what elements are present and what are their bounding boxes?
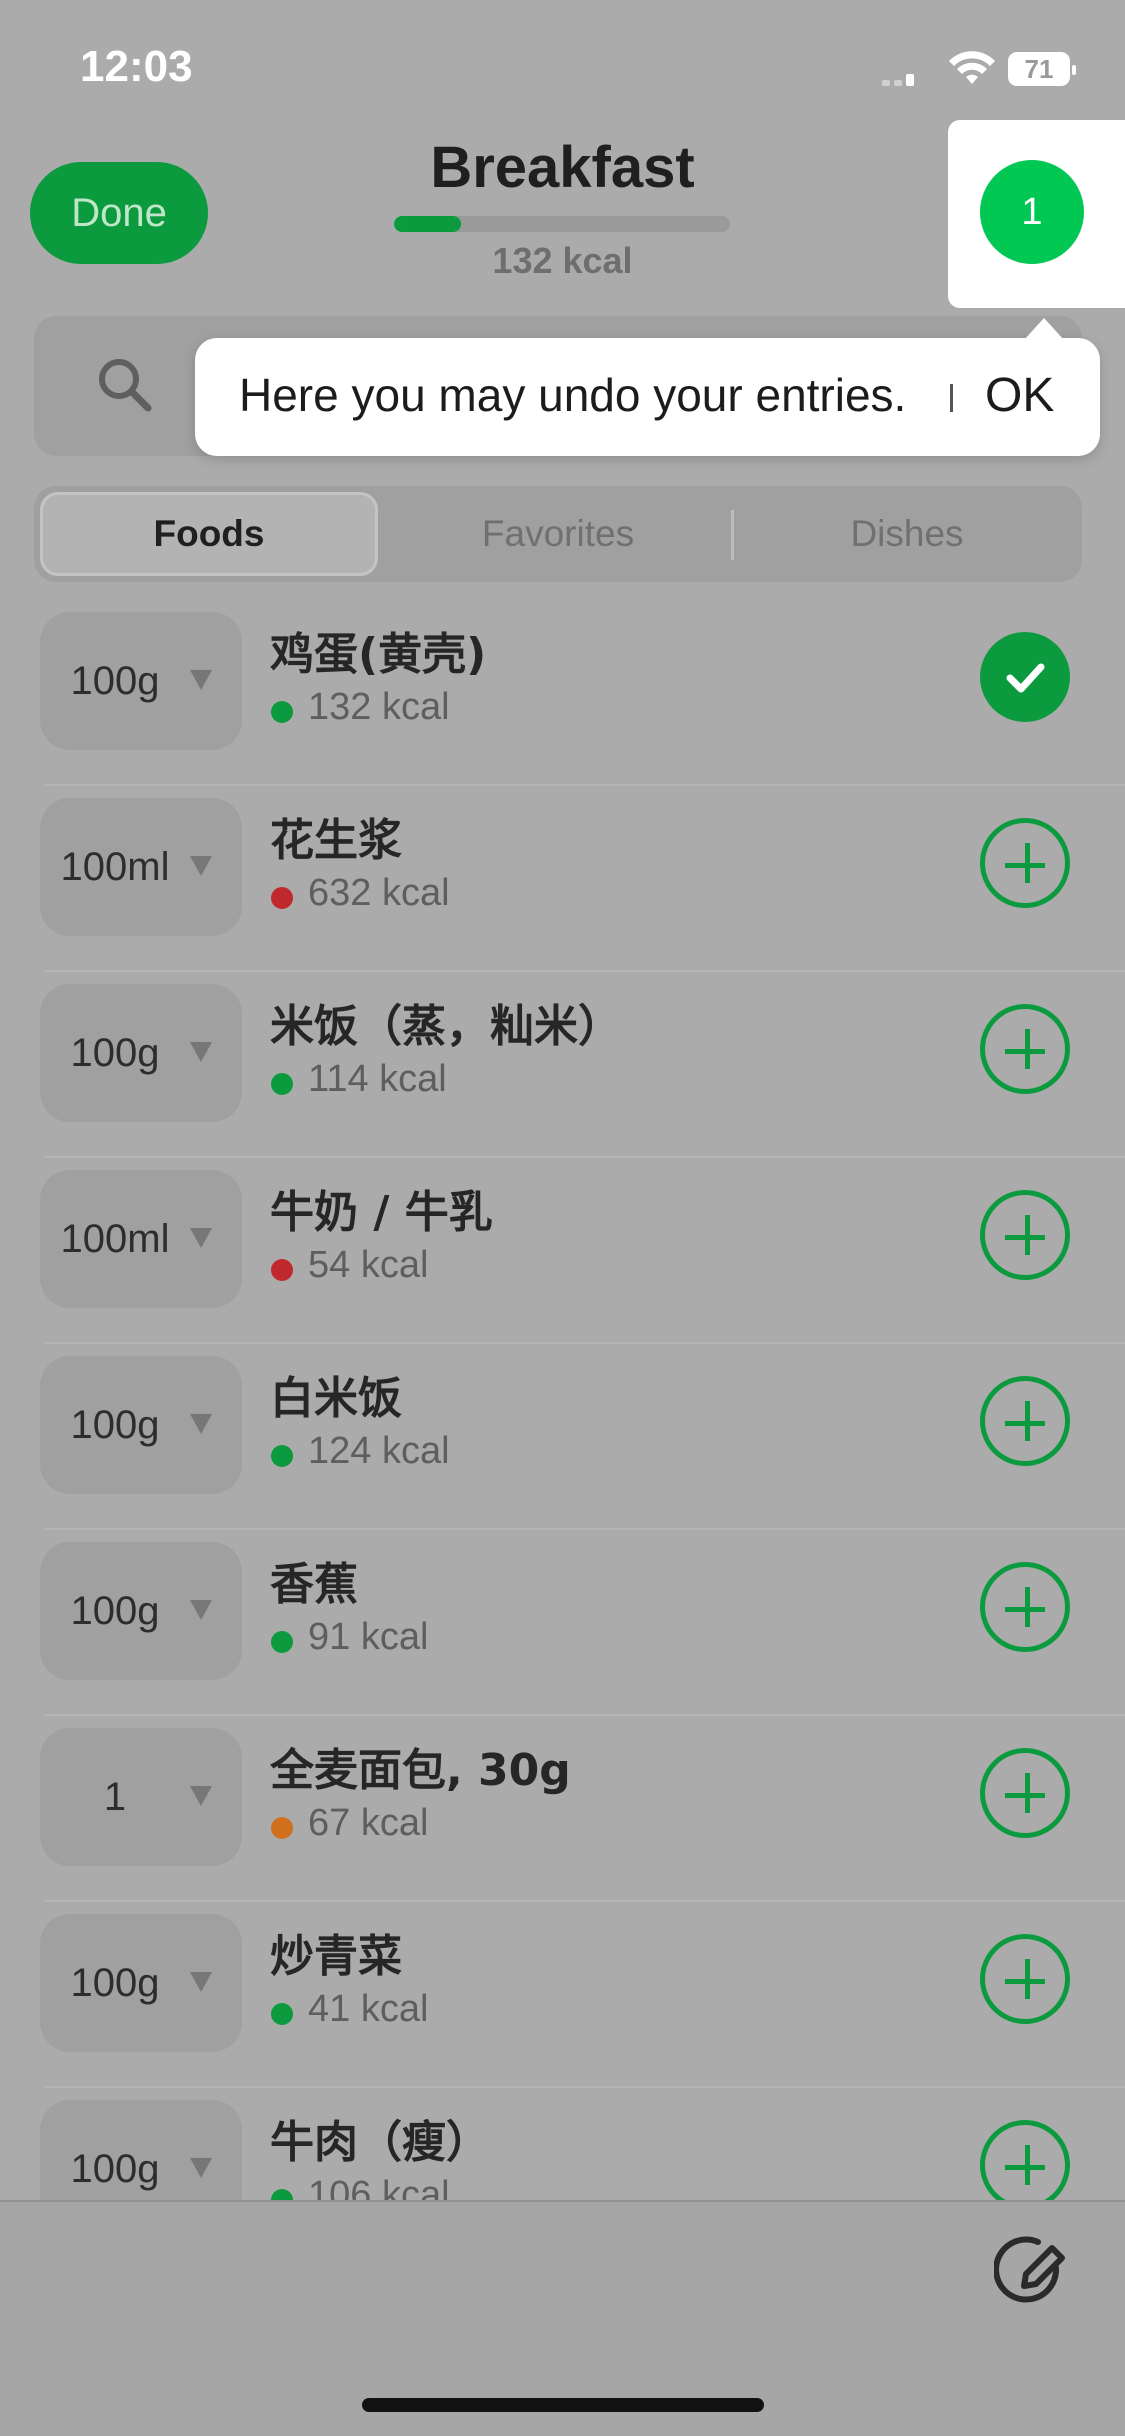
food-row[interactable]: 100g 鸡蛋(黄壳) 132 kcal: [0, 600, 1125, 786]
nutrition-dot: [271, 1259, 293, 1281]
food-name: 牛肉（瘦）: [270, 2117, 490, 2168]
food-kcal: 106 kcal: [308, 2174, 450, 2200]
portion-selector[interactable]: 100g: [40, 1542, 242, 1680]
edit-icon[interactable]: [994, 2232, 1074, 2312]
caret-down-icon: [190, 1786, 212, 1806]
nutrition-dot: [271, 2189, 293, 2200]
portion-selector[interactable]: 1: [40, 1728, 242, 1866]
plus-circle-icon[interactable]: [980, 1934, 1070, 2024]
caret-down-icon: [190, 1228, 212, 1248]
check-circle-icon[interactable]: [980, 632, 1070, 722]
portion-value: 1: [103, 1774, 127, 1819]
tooltip-text: Here you may undo your entries.: [239, 369, 907, 421]
food-kcal: 91 kcal: [308, 1616, 429, 1658]
portion-value: 100g: [70, 1402, 160, 1447]
plus-circle-icon[interactable]: [980, 1004, 1070, 1094]
search-icon: [99, 359, 152, 412]
caret-down-icon: [190, 1414, 212, 1434]
food-name: 鸡蛋(黄壳): [270, 629, 487, 680]
nutrition-dot: [271, 1445, 293, 1467]
caret-down-icon: [190, 1042, 212, 1062]
tab-foods[interactable]: Foods: [40, 492, 378, 576]
plus-circle-icon[interactable]: [980, 1562, 1070, 1652]
onboarding-tooltip: Here you may undo your entries. OK: [195, 318, 1100, 456]
tab-favorites[interactable]: Favorites: [389, 492, 727, 576]
food-row[interactable]: 100g 白米饭 124 kcal: [0, 1344, 1125, 1530]
portion-selector[interactable]: 100g: [40, 2100, 242, 2200]
food-name: 米饭（蒸，籼米）: [270, 1001, 622, 1052]
food-name: 花生浆: [270, 815, 402, 866]
caret-down-icon: [190, 1600, 212, 1620]
food-kcal: 67 kcal: [308, 1802, 429, 1844]
food-kcal: 41 kcal: [308, 1988, 429, 2030]
wifi-icon: [949, 51, 995, 84]
screen: 12:03 71 Done Breakfast 132 kcal 1 Here …: [0, 0, 1125, 2436]
portion-selector[interactable]: 100g: [40, 1914, 242, 2052]
meal-progress-bar: [394, 216, 730, 232]
portion-selector[interactable]: 100ml: [40, 798, 242, 936]
plus-circle-icon[interactable]: [980, 2120, 1070, 2200]
nutrition-dot: [271, 1631, 293, 1653]
food-row[interactable]: 100ml 花生浆 632 kcal: [0, 786, 1125, 972]
caret-down-icon: [190, 856, 212, 876]
plus-circle-icon[interactable]: [980, 1376, 1070, 1466]
caret-down-icon: [190, 670, 212, 690]
plus-circle-icon[interactable]: [980, 1190, 1070, 1280]
food-kcal: 54 kcal: [308, 1244, 429, 1286]
portion-value: 100ml: [60, 1216, 170, 1261]
portion-value: 100g: [70, 1960, 160, 2005]
portion-value: 100ml: [60, 844, 170, 889]
nutrition-dot: [271, 887, 293, 909]
food-row[interactable]: 100g 牛肉（瘦） 106 kcal: [0, 2088, 1125, 2200]
food-name: 白米饭: [270, 1373, 402, 1424]
meal-progress-fill: [394, 216, 462, 232]
food-kcal: 114 kcal: [308, 1058, 447, 1100]
status-bar: 12:03 71: [0, 0, 1125, 130]
portion-selector[interactable]: 100ml: [40, 1170, 242, 1308]
nutrition-dot: [271, 701, 293, 723]
food-list[interactable]: 100g 鸡蛋(黄壳) 132 kcal 100ml 花生浆 632 kcal 100g 米饭…: [0, 600, 1125, 2200]
portion-selector[interactable]: 100g: [40, 1356, 242, 1494]
food-name: 全麦面包, 30g: [270, 1745, 571, 1796]
nutrition-dot: [271, 2003, 293, 2025]
plus-circle-icon[interactable]: [980, 1748, 1070, 1838]
undo-button[interactable]: 1: [980, 160, 1084, 264]
status-time: 12:03: [80, 42, 193, 91]
food-row[interactable]: 100g 香蕉 91 kcal: [0, 1530, 1125, 1716]
category-tabs: Foods Favorites Dishes: [34, 486, 1082, 582]
food-name: 牛奶 / 牛乳: [270, 1187, 493, 1238]
food-name: 香蕉: [270, 1559, 358, 1610]
home-indicator: [362, 2398, 764, 2412]
food-row[interactable]: 100g 米饭（蒸，籼米） 114 kcal: [0, 972, 1125, 1158]
nutrition-dot: [271, 1073, 293, 1095]
nutrition-dot: [271, 1817, 293, 1839]
food-kcal: 632 kcal: [308, 872, 450, 914]
battery-icon: 71: [1008, 52, 1076, 86]
tab-divider: [731, 510, 734, 560]
food-kcal: 132 kcal: [308, 686, 450, 728]
caret-down-icon: [190, 1972, 212, 1992]
plus-circle-icon[interactable]: [980, 818, 1070, 908]
portion-value: 100g: [70, 1588, 160, 1633]
food-kcal: 124 kcal: [308, 1430, 450, 1472]
portion-selector[interactable]: 100g: [40, 984, 242, 1122]
portion-value: 100g: [70, 2146, 160, 2191]
cellular-signal-icon: [882, 64, 930, 86]
tab-dishes[interactable]: Dishes: [738, 492, 1076, 576]
portion-value: 100g: [70, 658, 160, 703]
portion-selector[interactable]: 100g: [40, 612, 242, 750]
tooltip-divider: [950, 384, 953, 412]
food-row[interactable]: 100g 炒青菜 41 kcal: [0, 1902, 1125, 2088]
portion-value: 100g: [70, 1030, 160, 1075]
food-row[interactable]: 1 全麦面包, 30g 67 kcal: [0, 1716, 1125, 1902]
food-name: 炒青菜: [270, 1931, 402, 1982]
caret-down-icon: [190, 2158, 212, 2178]
tooltip-ok-button[interactable]: OK: [985, 368, 1054, 423]
food-row[interactable]: 100ml 牛奶 / 牛乳 54 kcal: [0, 1158, 1125, 1344]
